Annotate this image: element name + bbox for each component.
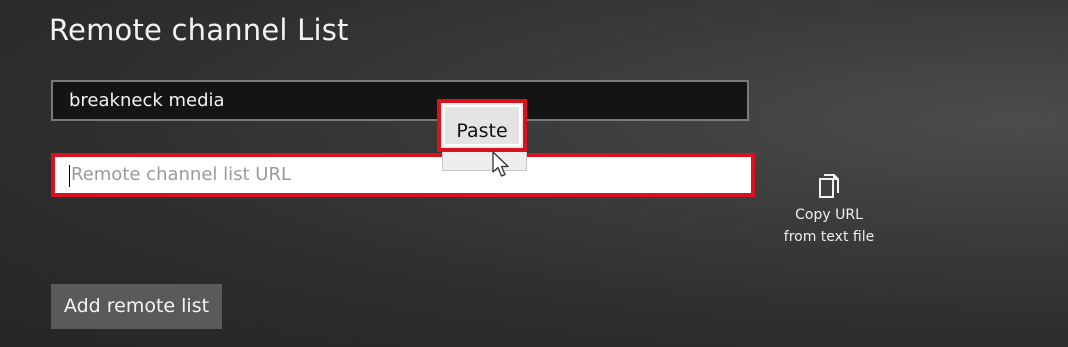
remote-url-input[interactable]: Remote channel list URL: [51, 153, 755, 197]
paste-label: Paste: [443, 105, 521, 146]
copy-file-icon: [819, 174, 839, 198]
copy-url-label: Copy URL from text file: [783, 207, 875, 245]
add-remote-list-button[interactable]: Add remote list: [51, 284, 222, 329]
copy-url-from-file-button[interactable]: Copy URL from text file: [783, 172, 875, 248]
text-caret: [69, 165, 70, 187]
mouse-pointer-icon: [492, 151, 509, 177]
remote-url-placeholder: Remote channel list URL: [71, 164, 291, 185]
paste-menu-item[interactable]: Paste: [437, 99, 527, 152]
page-title: Remote channel List: [49, 13, 349, 47]
list-name-input[interactable]: breakneck media: [51, 80, 749, 121]
